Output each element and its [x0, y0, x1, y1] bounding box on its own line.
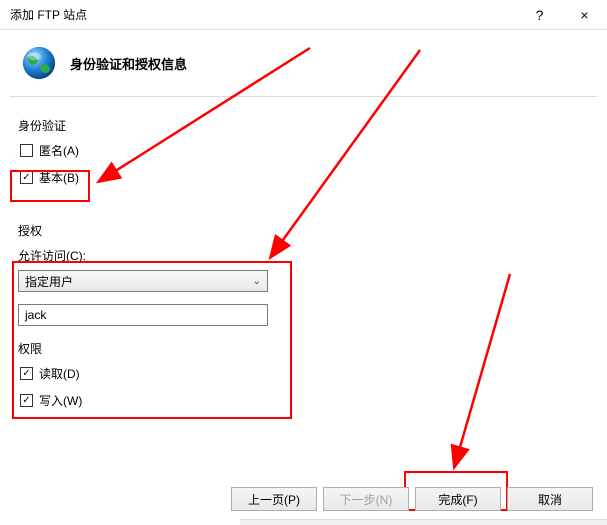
- prev-button[interactable]: 上一页(P): [231, 487, 317, 511]
- user-value: jack: [25, 308, 46, 322]
- basic-checkbox-row[interactable]: 基本(B): [18, 169, 589, 186]
- window-title: 添加 FTP 站点: [10, 6, 517, 23]
- allow-access-label: 允许访问(C):: [18, 247, 589, 264]
- anonymous-checkbox-row[interactable]: 匿名(A): [18, 142, 589, 159]
- read-label: 读取(D): [39, 365, 80, 382]
- anonymous-checkbox[interactable]: [20, 144, 33, 157]
- globe-icon: [20, 44, 58, 82]
- button-bar: 上一页(P) 下一步(N) 完成(F) 取消: [231, 487, 593, 511]
- help-icon: ?: [536, 7, 544, 23]
- write-label: 写入(W): [39, 392, 82, 409]
- permissions-label: 权限: [18, 340, 589, 357]
- bottom-scrollbar[interactable]: [240, 519, 607, 525]
- page-title: 身份验证和授权信息: [70, 54, 187, 73]
- help-button[interactable]: ?: [517, 0, 562, 30]
- finish-button[interactable]: 完成(F): [415, 487, 501, 511]
- close-icon: ×: [580, 7, 588, 23]
- cancel-button[interactable]: 取消: [507, 487, 593, 511]
- read-checkbox-row[interactable]: 读取(D): [18, 365, 589, 382]
- finish-label: 完成(F): [438, 491, 477, 508]
- dialog-header: 身份验证和授权信息: [0, 30, 607, 96]
- authorization-section-label: 授权: [18, 222, 589, 239]
- basic-checkbox[interactable]: [20, 171, 33, 184]
- auth-section-label: 身份验证: [18, 117, 589, 134]
- next-button: 下一步(N): [323, 487, 409, 511]
- prev-label: 上一页(P): [248, 491, 300, 508]
- basic-label: 基本(B): [39, 169, 79, 186]
- titlebar: 添加 FTP 站点 ? ×: [0, 0, 607, 30]
- user-input[interactable]: jack: [18, 304, 268, 326]
- next-label: 下一步(N): [340, 491, 393, 508]
- chevron-down-icon: ⌄: [253, 276, 261, 287]
- select-value: 指定用户: [25, 273, 73, 290]
- divider: [10, 96, 597, 97]
- allow-access-select[interactable]: 指定用户 ⌄: [18, 270, 268, 292]
- content-area: 身份验证 匿名(A) 基本(B) 授权 允许访问(C): 指定用户 ⌄ jack…: [0, 107, 607, 409]
- cancel-label: 取消: [538, 491, 562, 508]
- write-checkbox-row[interactable]: 写入(W): [18, 392, 589, 409]
- anonymous-label: 匿名(A): [39, 142, 79, 159]
- write-checkbox[interactable]: [20, 394, 33, 407]
- read-checkbox[interactable]: [20, 367, 33, 380]
- close-button[interactable]: ×: [562, 0, 607, 30]
